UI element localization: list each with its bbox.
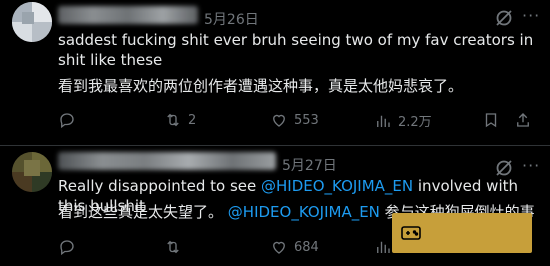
views-button[interactable]: 2.2万 — [374, 111, 432, 130]
like-icon — [273, 114, 285, 127]
author-name-blurred[interactable] — [58, 152, 276, 170]
gamepad-icon — [401, 226, 421, 240]
bookmark-button[interactable] — [482, 111, 500, 129]
like-icon — [273, 241, 285, 254]
repost-button[interactable]: 2 — [164, 111, 196, 129]
grok-icon[interactable] — [494, 8, 514, 28]
post-date[interactable]: 5月26日 — [204, 9, 259, 29]
reply-button[interactable] — [58, 111, 82, 129]
reply-button[interactable] — [58, 238, 82, 256]
post-text-chinese: 看到我最喜欢的两位创作者遭遇这种事，真是太他妈悲哀了。 — [58, 77, 464, 95]
like-button[interactable]: 684 — [270, 238, 319, 256]
reply-icon — [60, 240, 74, 256]
bookmark-icon — [485, 113, 497, 128]
post-1[interactable]: 5月26日 ··· saddest fucking shit ever bruh… — [0, 0, 550, 146]
grok-icon[interactable] — [494, 158, 514, 178]
repost-icon — [167, 240, 179, 254]
views-count: 2.2万 — [398, 115, 432, 130]
author-name-blurred[interactable] — [58, 6, 198, 24]
repost-button[interactable] — [164, 238, 188, 256]
text-segment: 看到这些真是太失望了。 — [58, 203, 224, 221]
post-actions: 2 553 2.2万 — [58, 111, 538, 131]
text-segment: Really disappointed to see — [58, 177, 262, 195]
like-button[interactable]: 553 — [270, 111, 319, 129]
reply-icon — [60, 113, 74, 129]
post-date[interactable]: 5月27日 — [282, 155, 337, 175]
repost-icon — [167, 113, 179, 127]
share-icon — [517, 113, 529, 127]
more-icon[interactable]: ··· — [522, 6, 540, 25]
mention-link[interactable]: @HIDEO_KOJIMA_EN — [228, 203, 380, 221]
views-icon — [377, 115, 390, 127]
views-icon — [377, 241, 390, 253]
post-text-english: saddest fucking shit ever bruh seeing tw… — [58, 31, 534, 69]
like-count: 553 — [294, 112, 319, 128]
repost-count: 2 — [188, 112, 197, 128]
mention-link[interactable]: @HIDEO_KOJIMA_EN — [261, 177, 413, 195]
share-button[interactable] — [514, 111, 532, 129]
gamepad-overlay[interactable] — [392, 213, 532, 253]
more-icon[interactable]: ··· — [522, 156, 540, 175]
like-count: 684 — [294, 239, 319, 255]
avatar[interactable] — [12, 152, 52, 192]
avatar[interactable] — [12, 2, 52, 42]
